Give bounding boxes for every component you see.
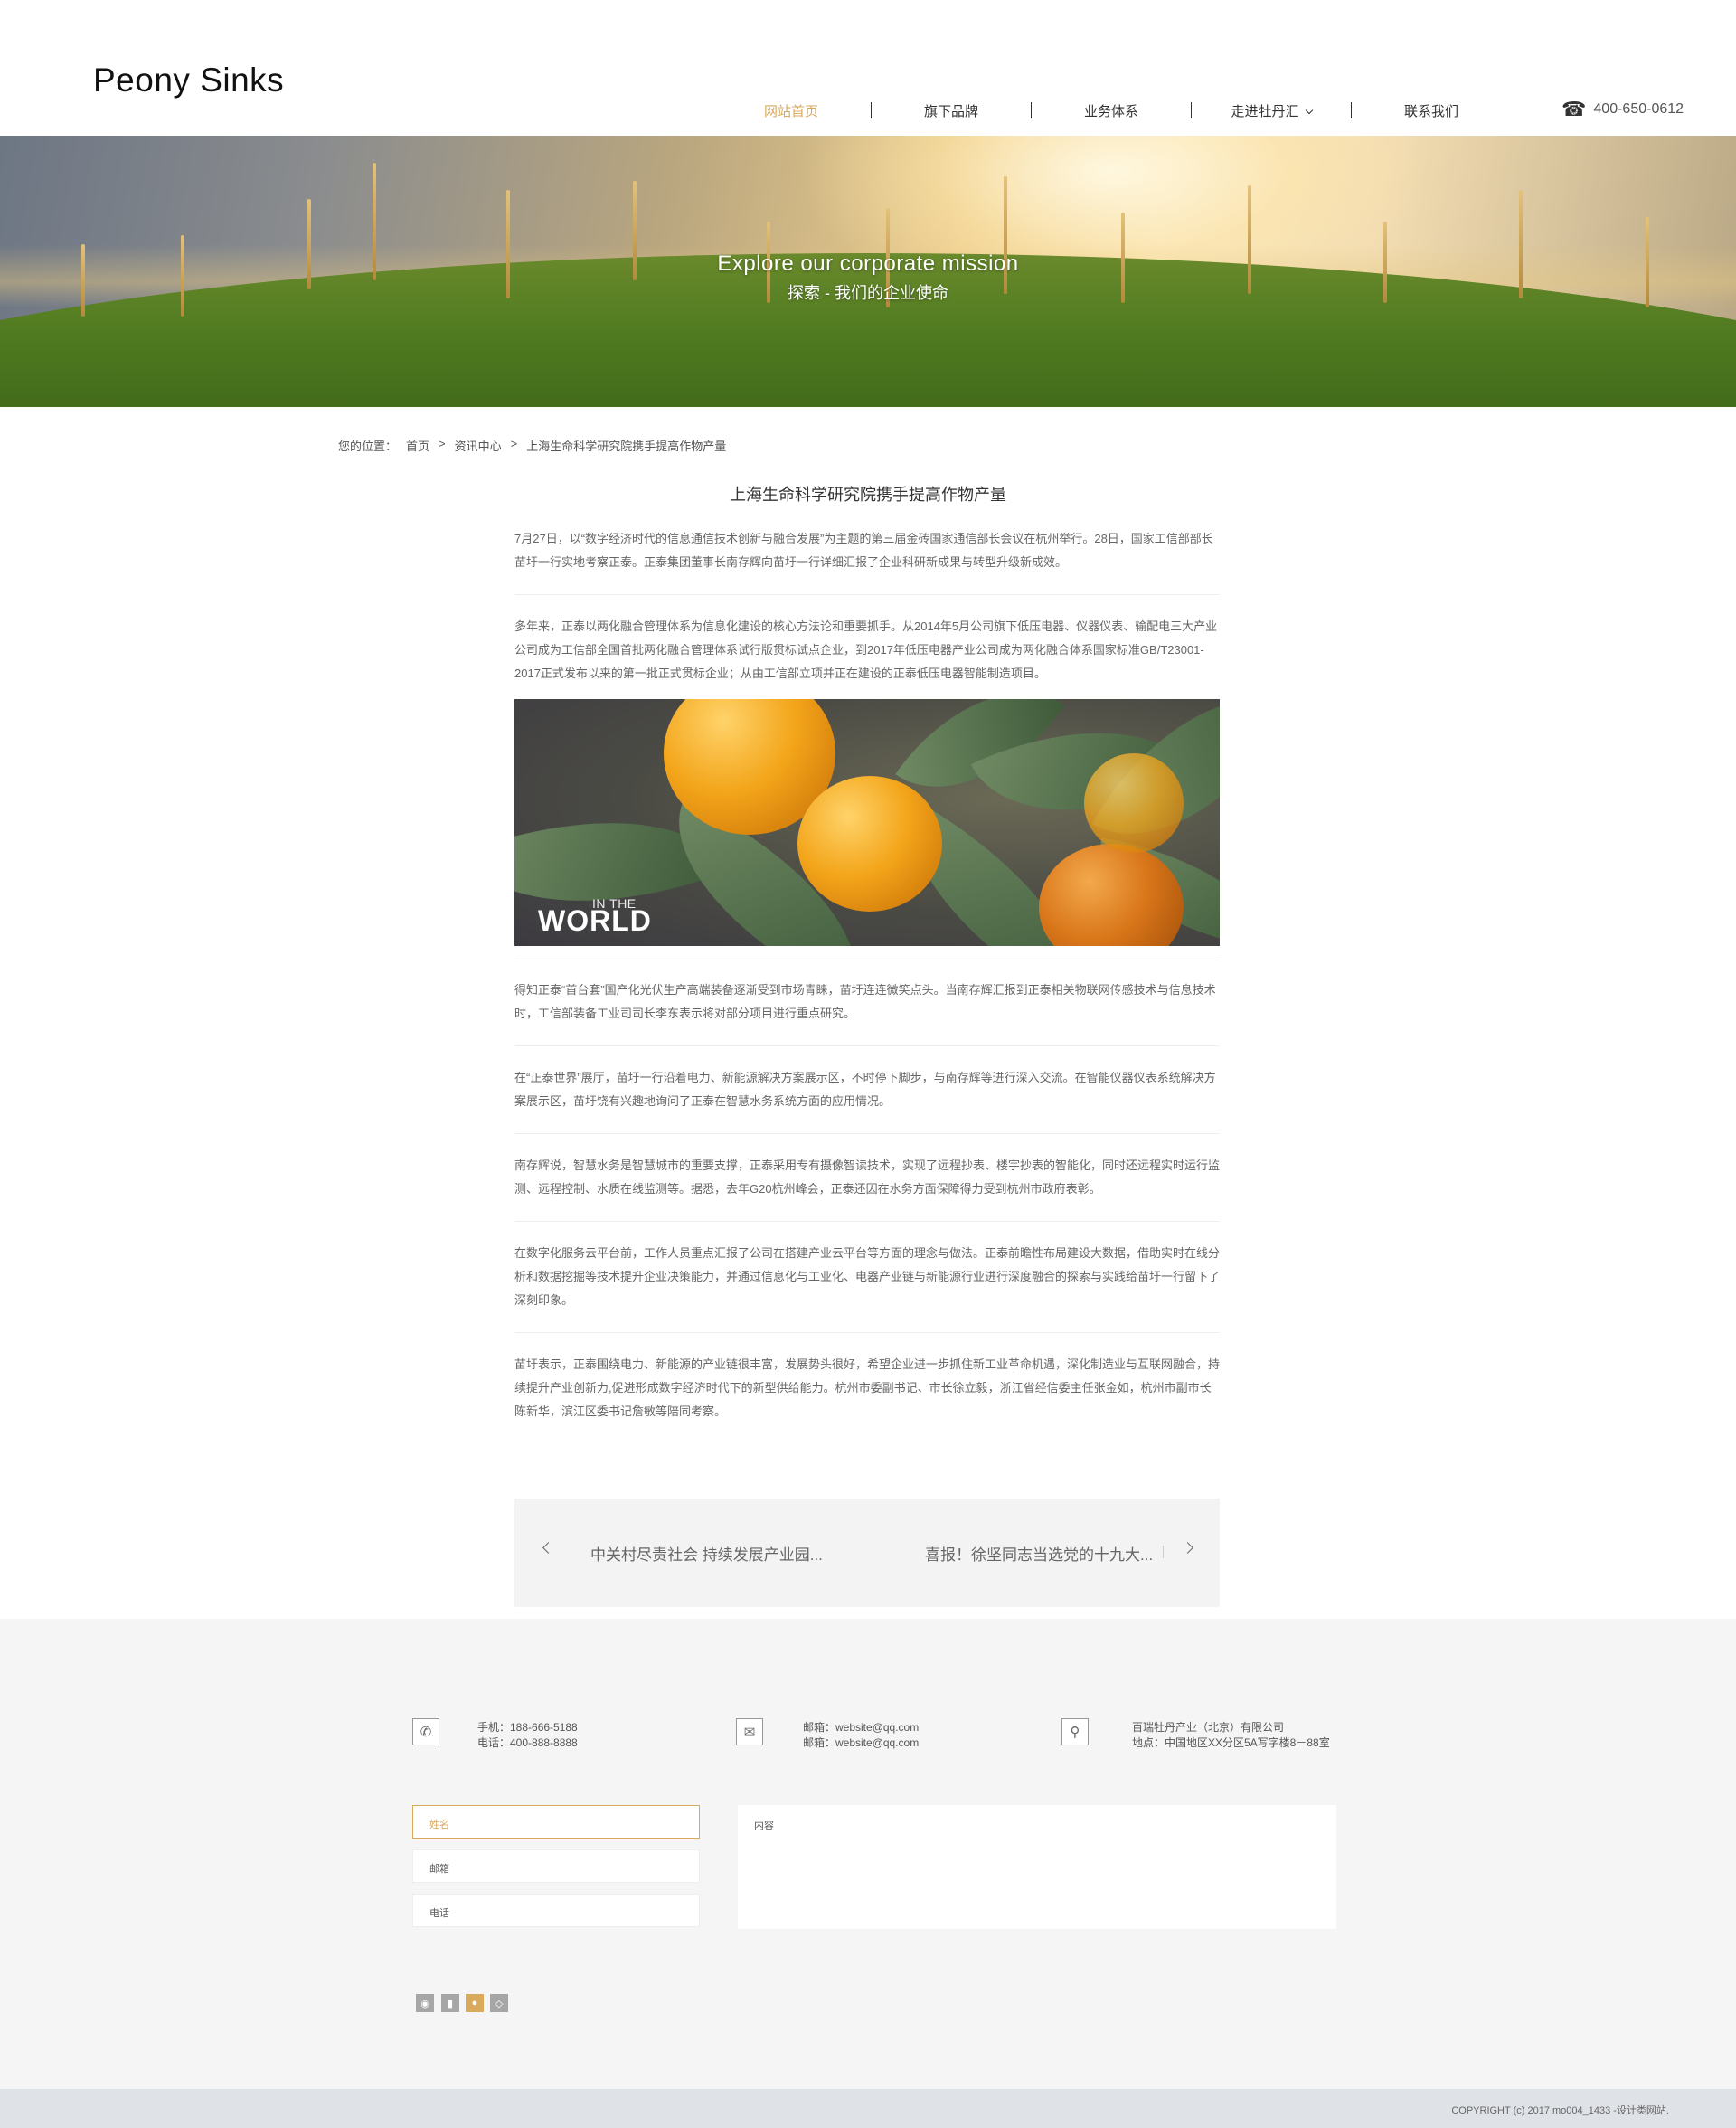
phone-icon: ✆ [412, 1718, 439, 1745]
location-pin-icon: ⚲ [1061, 1718, 1089, 1745]
nav-item-business[interactable]: 业务体系 [1032, 101, 1191, 120]
copyright-bar: COPYRIGHT (c) 2017 mo004_1433 -设计类网站. [0, 2089, 1736, 2128]
nav-label: 旗下品牌 [923, 103, 978, 119]
banner-title: Explore our corporate mission [717, 251, 1019, 276]
prev-post-link[interactable]: 中关村尽责社会 持续发展产业园... [590, 1542, 823, 1565]
article-paragraph: 南存辉说，智慧水务是智慧城市的重要支撑，正泰采用专有摄像智读技术，实现了远程抄表… [514, 1154, 1220, 1222]
article-paragraph: 7月27日，以“数字经济时代的信息通信技术创新与融合发展”为主题的第三届金砖国家… [514, 527, 1220, 595]
post-navigation: 中关村尽责社会 持续发展产业园... 喜报！徐坚同志当选党的十九大... [514, 1499, 1220, 1607]
orange-fruit [797, 776, 942, 912]
contact-email-1: 邮箱：website@qq.com [803, 1721, 920, 1734]
header-phone[interactable]: ☎ 400-650-0612 [1561, 99, 1684, 119]
renren-icon[interactable]: ◇ [490, 1994, 508, 2012]
breadcrumb-current: 上海生命科学研究院携手提高作物产量 [526, 440, 727, 453]
nav-item-about[interactable]: 走进牡丹汇 [1192, 101, 1351, 120]
email-input[interactable]: 邮箱 [412, 1849, 700, 1883]
site-logo[interactable]: Peony Sinks [93, 61, 284, 99]
contact-address: ⚲ 百瑞牡丹产业（北京）有限公司 地点：中国地区XX分区5A写字楼8－88室 [1061, 1718, 1330, 1751]
contact-email-2: 邮箱：website@qq.com [803, 1736, 920, 1749]
site-header: Peony Sinks 网站首页 旗下品牌 业务体系 走进牡丹汇 联系我们 ☎ … [0, 0, 1736, 136]
chevron-right-icon[interactable] [1182, 1542, 1194, 1554]
contact-mobile: 手机：188-666-5188 [477, 1721, 578, 1734]
copyright-text: COPYRIGHT (c) 2017 mo004_1433 -设计类网站. [1451, 2105, 1669, 2116]
content-textarea[interactable]: 内容 [738, 1805, 1336, 1929]
contact-telephone: 电话：400-888-8888 [477, 1736, 578, 1749]
article-body: 7月27日，以“数字经济时代的信息通信技术创新与融合发展”为主题的第三届金砖国家… [514, 527, 1220, 1463]
article-paragraph: 苗圩表示，正泰围绕电力、新能源的产业链很丰富，发展势头很好，希望企业进一步抓住新… [514, 1357, 1221, 1418]
image-caption-big: WORLD [538, 904, 652, 937]
orange-fruit [1084, 753, 1184, 853]
hero-banner: Explore our corporate mission 探索 - 我们的企业… [0, 136, 1736, 407]
contact-company: 百瑞牡丹产业（北京）有限公司 [1132, 1721, 1285, 1734]
article-paragraph: 得知正泰“首台套”国产化光伏生产高端装备逐渐受到市场青睐，苗圩连连微笑点头。当南… [514, 979, 1220, 1046]
nav-item-contact[interactable]: 联系我们 [1352, 101, 1511, 120]
phone-input[interactable]: 电话 [412, 1894, 700, 1927]
divider [1163, 1546, 1164, 1558]
weibo-icon[interactable]: ◉ [416, 1994, 434, 2012]
next-post-link[interactable]: 喜报！徐坚同志当选党的十九大... [925, 1542, 1153, 1565]
contact-phone: ✆ 手机：188-666-5188 电话：400-888-8888 [412, 1718, 578, 1751]
contact-email: ✉ 邮箱：website@qq.com 邮箱：website@qq.com [736, 1718, 919, 1751]
name-input[interactable]: 姓名 [412, 1805, 700, 1839]
article-image: IN THE WORLD [514, 699, 1220, 946]
nav-label: 网站首页 [763, 103, 818, 119]
mail-icon: ✉ [736, 1718, 763, 1745]
breadcrumb-home[interactable]: 首页 [406, 437, 429, 454]
article-paragraph: 在“正泰世界”展厅，苗圩一行沿着电力、新能源解决方案展示区，不时停下脚步，与南存… [514, 1066, 1220, 1134]
article-paragraph: 在数字化服务云平台前，工作人员重点汇报了公司在搭建产业云平台等方面的理念与做法。… [514, 1242, 1220, 1333]
breadcrumb-prefix: 您的位置： [338, 440, 398, 453]
nav-item-home[interactable]: 网站首页 [712, 101, 871, 120]
nav-item-brands[interactable]: 旗下品牌 [872, 101, 1031, 120]
banner-caption: Explore our corporate mission 探索 - 我们的企业… [0, 251, 1736, 304]
breadcrumb-separator: > [510, 437, 518, 450]
contact-location: 地点：中国地区XX分区5A写字楼8－88室 [1132, 1736, 1330, 1749]
article-title: 上海生命科学研究院携手提高作物产量 [730, 486, 1006, 504]
main-nav: 网站首页 旗下品牌 业务体系 走进牡丹汇 联系我们 [712, 99, 1511, 121]
chevron-down-icon [1305, 106, 1313, 114]
wechat-icon[interactable]: ● [466, 1994, 484, 2012]
nav-label: 联系我们 [1403, 103, 1458, 119]
nav-label: 走进牡丹汇 [1231, 103, 1299, 119]
qq-icon[interactable]: ▮ [441, 1994, 459, 2012]
article-paragraph: 多年来，正泰以两化融合管理体系为信息化建设的核心方法论和重要抓手。从2014年5… [514, 619, 1218, 680]
chevron-left-icon[interactable] [542, 1542, 554, 1554]
breadcrumb-section[interactable]: 资讯中心 [455, 437, 502, 454]
telephone-icon: ☎ [1561, 98, 1587, 120]
banner-subtitle: 探索 - 我们的企业使命 [788, 284, 948, 302]
nav-label: 业务体系 [1083, 103, 1138, 119]
header-phone-number: 400-650-0612 [1593, 101, 1684, 117]
breadcrumb-separator: > [439, 437, 446, 450]
breadcrumb: 您的位置： 首页 > 资讯中心 > 上海生命科学研究院携手提高作物产量 [338, 437, 726, 454]
